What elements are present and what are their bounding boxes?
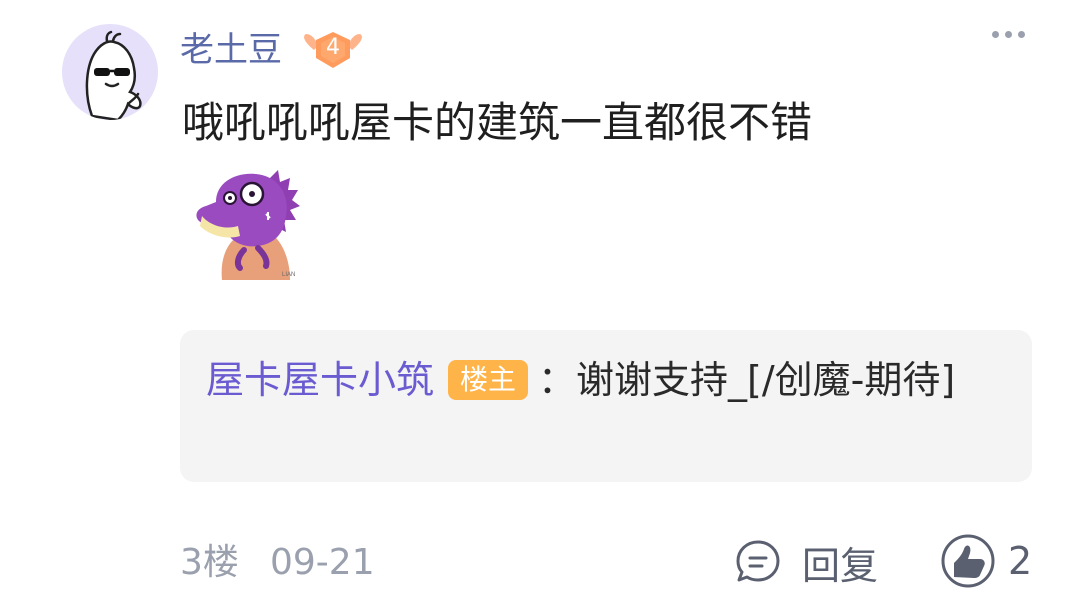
username[interactable]: 老土豆 bbox=[180, 28, 282, 72]
level-badge: 4 bbox=[300, 28, 366, 72]
sticker-image[interactable]: LIAN bbox=[186, 164, 312, 282]
thumbs-up-icon bbox=[941, 534, 995, 588]
more-dot-icon bbox=[991, 30, 999, 38]
user-avatar[interactable] bbox=[62, 24, 158, 120]
reply-content: 屋卡屋卡小筑 楼主 ：谢谢支持_[/创魔-期待] bbox=[206, 352, 1006, 408]
reply-author[interactable]: 屋卡屋卡小筑 bbox=[206, 358, 434, 402]
comment-card: 老土豆 4 哦吼吼吼屋卡的建筑一直都很不错 LIAN 屋卡屋卡小筑 楼主 ：谢谢… bbox=[0, 0, 1080, 608]
reply-preview[interactable]: 屋卡屋卡小筑 楼主 ：谢谢支持_[/创魔-期待] bbox=[180, 330, 1032, 482]
floor-number: 3楼 bbox=[180, 542, 239, 583]
more-options-button[interactable] bbox=[984, 20, 1032, 48]
like-button[interactable]: 2 bbox=[940, 532, 1032, 590]
sticker-signature: LIAN bbox=[282, 272, 295, 278]
comment-bubble-icon bbox=[736, 540, 780, 582]
cool-bean-avatar-icon bbox=[85, 30, 142, 120]
reply-text: 谢谢支持_[/创魔-期待] bbox=[576, 358, 956, 402]
more-dot-icon bbox=[1004, 30, 1012, 38]
comment-text: 哦吼吼吼屋卡的建筑一直都很不错 bbox=[182, 98, 813, 147]
op-badge: 楼主 bbox=[448, 360, 529, 400]
like-count: 2 bbox=[1008, 539, 1033, 583]
post-date: 09-21 bbox=[270, 542, 375, 583]
reply-button[interactable]: 回复 bbox=[734, 534, 878, 590]
reply-label: 回复 bbox=[802, 543, 879, 588]
reply-separator: ： bbox=[538, 358, 577, 402]
purple-dinosaur-sticker-icon: LIAN bbox=[196, 170, 300, 280]
more-dot-icon bbox=[1017, 30, 1025, 38]
level-number: 4 bbox=[326, 35, 340, 60]
